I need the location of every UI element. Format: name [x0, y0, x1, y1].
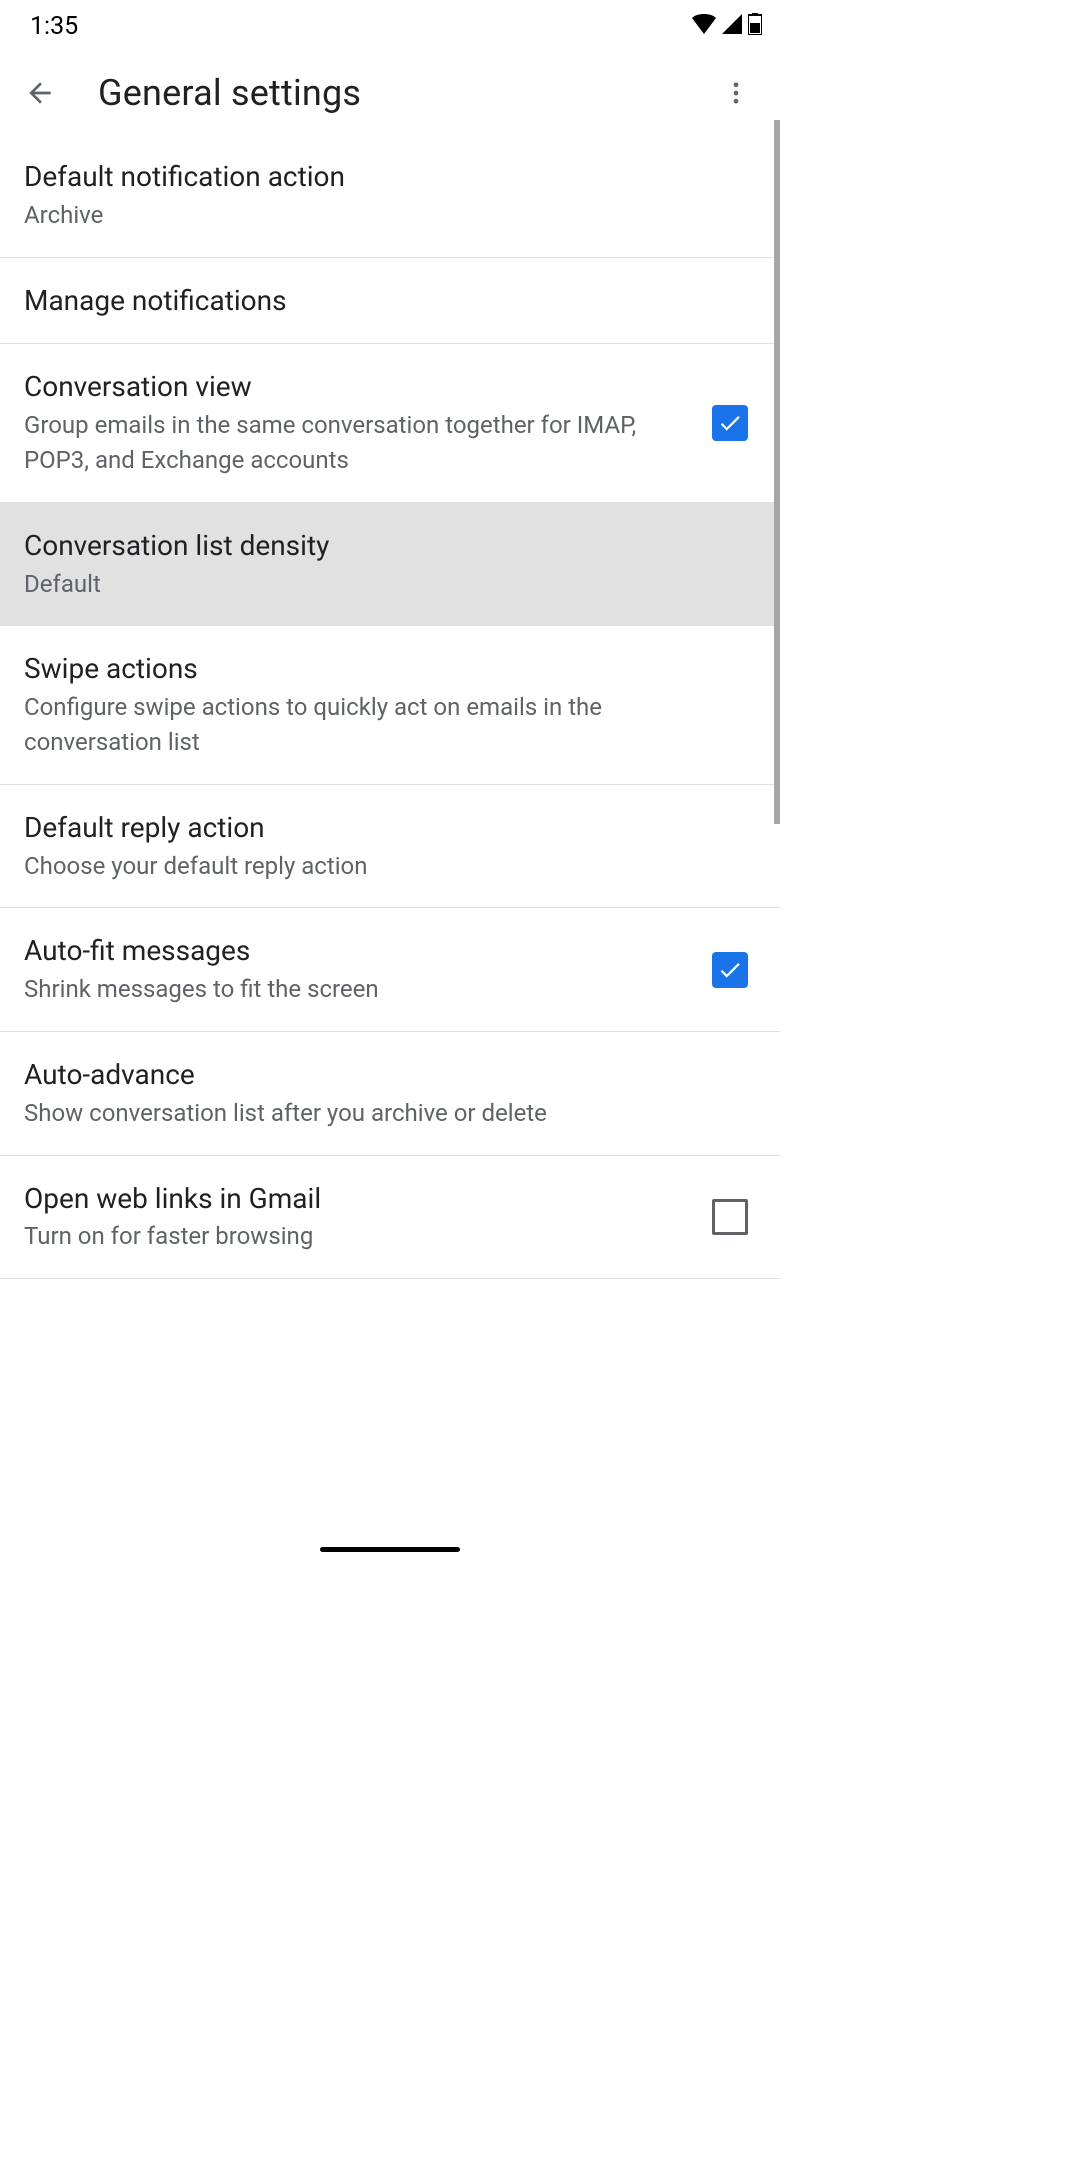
setting-text: Auto-advanceShow conversation list after…	[24, 1056, 756, 1131]
setting-text: Manage notifications	[24, 282, 756, 320]
check-icon	[717, 957, 743, 983]
setting-subtitle: Turn on for faster browsing	[24, 1219, 692, 1254]
scrollbar-indicator	[774, 120, 780, 824]
page-title: General settings	[98, 72, 361, 114]
setting-title: Conversation list density	[24, 527, 736, 565]
battery-icon	[748, 13, 762, 39]
setting-subtitle: Show conversation list after you archive…	[24, 1096, 736, 1131]
setting-title: Default notification action	[24, 158, 736, 196]
check-icon	[717, 410, 743, 436]
setting-item-auto-fit-messages[interactable]: Auto-fit messagesShrink messages to fit …	[0, 908, 780, 1032]
setting-item-conversation-list-density[interactable]: Conversation list densityDefault	[0, 503, 780, 627]
setting-item-default-reply-action[interactable]: Default reply actionChoose your default …	[0, 785, 780, 909]
setting-subtitle: Default	[24, 567, 736, 602]
arrow-back-icon	[24, 77, 56, 109]
setting-title: Swipe actions	[24, 650, 736, 688]
setting-text: Conversation viewGroup emails in the sam…	[24, 368, 712, 477]
checkbox[interactable]	[712, 1199, 748, 1235]
setting-title: Open web links in Gmail	[24, 1180, 692, 1218]
setting-text: Conversation list densityDefault	[24, 527, 756, 602]
more-options-button[interactable]	[708, 65, 764, 121]
setting-title: Auto-advance	[24, 1056, 736, 1094]
setting-text: Swipe actionsConfigure swipe actions to …	[24, 650, 756, 759]
setting-subtitle: Group emails in the same conversation to…	[24, 408, 692, 478]
setting-item-manage-notifications[interactable]: Manage notifications	[0, 258, 780, 345]
setting-title: Default reply action	[24, 809, 736, 847]
app-bar: General settings	[0, 52, 780, 134]
cell-signal-icon	[722, 14, 742, 38]
setting-title: Conversation view	[24, 368, 692, 406]
setting-subtitle: Choose your default reply action	[24, 849, 736, 884]
setting-text: Open web links in GmailTurn on for faste…	[24, 1180, 712, 1255]
checkbox[interactable]	[712, 952, 748, 988]
back-button[interactable]	[12, 65, 68, 121]
setting-text: Default notification actionArchive	[24, 158, 756, 233]
setting-item-auto-advance[interactable]: Auto-advanceShow conversation list after…	[0, 1032, 780, 1156]
setting-item-swipe-actions[interactable]: Swipe actionsConfigure swipe actions to …	[0, 626, 780, 784]
setting-title: Manage notifications	[24, 282, 736, 320]
settings-list[interactable]: Default notification actionArchive Manage…	[0, 134, 780, 1279]
setting-subtitle: Configure swipe actions to quickly act o…	[24, 690, 736, 760]
setting-subtitle: Archive	[24, 198, 736, 233]
status-time: 1:35	[30, 12, 78, 41]
checkbox[interactable]	[712, 405, 748, 441]
status-bar: 1:35	[0, 0, 780, 52]
setting-subtitle: Shrink messages to fit the screen	[24, 972, 692, 1007]
setting-title: Auto-fit messages	[24, 932, 692, 970]
setting-text: Default reply actionChoose your default …	[24, 809, 756, 884]
setting-item-default-notification-action[interactable]: Default notification actionArchive	[0, 134, 780, 258]
wifi-icon	[692, 14, 716, 38]
setting-item-conversation-view[interactable]: Conversation viewGroup emails in the sam…	[0, 344, 780, 502]
more-vert-icon	[722, 79, 750, 107]
setting-text: Auto-fit messagesShrink messages to fit …	[24, 932, 712, 1007]
nav-handle[interactable]	[320, 1547, 460, 1552]
status-icons	[692, 13, 762, 39]
setting-item-open-web-links-in-gmail[interactable]: Open web links in GmailTurn on for faste…	[0, 1156, 780, 1280]
